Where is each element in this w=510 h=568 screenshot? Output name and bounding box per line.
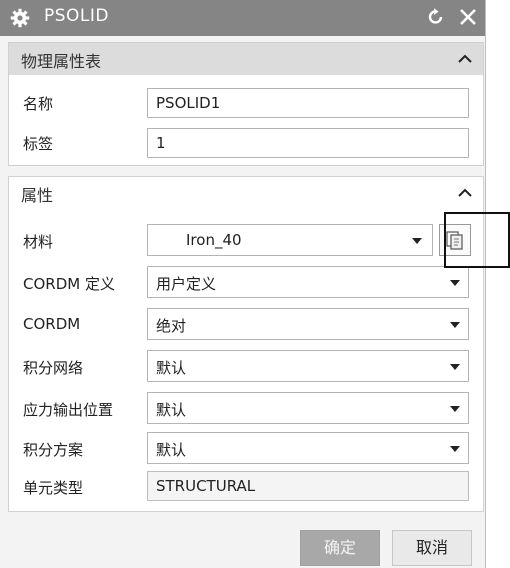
cordm-definition-label: CORDM 定义: [23, 275, 115, 293]
material-library-button[interactable]: [439, 224, 471, 256]
dropdown-arrow-icon: [412, 238, 422, 244]
integration-scheme-dropdown[interactable]: 默认: [147, 432, 469, 464]
name-field[interactable]: PSOLID1: [147, 88, 469, 118]
material-dropdown[interactable]: Iron_40: [147, 224, 433, 256]
stress-output-dropdown[interactable]: 默认: [147, 392, 469, 424]
integration-grid-value: 默认: [156, 359, 187, 377]
physical-properties-header[interactable]: 物理属性表: [9, 43, 483, 75]
attributes-section: 属性 材料 Iron_40 CORDM 定义 用户定义 CORDM 绝对 积分网…: [8, 176, 484, 512]
dropdown-arrow-icon: [450, 322, 460, 328]
dropdown-arrow-icon: [450, 364, 460, 370]
name-label: 名称: [23, 95, 54, 113]
dropdown-arrow-icon: [450, 280, 460, 286]
integration-scheme-label: 积分方案: [23, 441, 84, 459]
cordm-definition-value: 用户定义: [156, 275, 217, 293]
section-title: 物理属性表: [21, 52, 102, 71]
integration-grid-label: 积分网络: [23, 359, 84, 377]
attributes-header[interactable]: 属性: [9, 177, 483, 209]
element-type-label: 单元类型: [23, 479, 84, 497]
tag-field[interactable]: 1: [147, 128, 469, 158]
reset-icon[interactable]: [426, 7, 446, 27]
psolid-dialog: PSOLID 物理属性表 名称 PSOLID1 标签 1 属性 材料 Iron_…: [0, 0, 486, 568]
physical-properties-section: 物理属性表 名称 PSOLID1 标签 1: [8, 42, 484, 166]
integration-scheme-value: 默认: [156, 441, 187, 459]
dropdown-arrow-icon: [450, 446, 460, 452]
cordm-value: 绝对: [156, 317, 187, 335]
cancel-button[interactable]: 取消: [392, 530, 472, 566]
material-library-icon: [446, 231, 463, 250]
ok-button[interactable]: 确定: [300, 530, 380, 566]
gear-icon: [10, 8, 30, 28]
name-value: PSOLID1: [156, 94, 221, 112]
cordm-label: CORDM: [23, 315, 81, 333]
element-type-field: STRUCTURAL: [147, 471, 469, 501]
window-title: PSOLID: [44, 6, 109, 26]
chevron-up-icon[interactable]: [457, 51, 473, 67]
integration-grid-dropdown[interactable]: 默认: [147, 350, 469, 382]
stress-output-label: 应力输出位置: [23, 401, 114, 419]
close-icon[interactable]: [458, 7, 478, 27]
tag-label: 标签: [23, 135, 54, 153]
stress-output-value: 默认: [156, 401, 187, 419]
element-type-value: STRUCTURAL: [156, 477, 256, 495]
cordm-definition-dropdown[interactable]: 用户定义: [147, 266, 469, 298]
title-bar[interactable]: PSOLID: [0, 0, 485, 36]
material-value: Iron_40: [186, 231, 242, 249]
tag-value: 1: [156, 134, 166, 152]
dropdown-arrow-icon: [450, 406, 460, 412]
chevron-up-icon[interactable]: [457, 185, 473, 201]
section-title: 属性: [21, 186, 54, 205]
material-label: 材料: [23, 233, 54, 251]
cordm-dropdown[interactable]: 绝对: [147, 308, 469, 340]
